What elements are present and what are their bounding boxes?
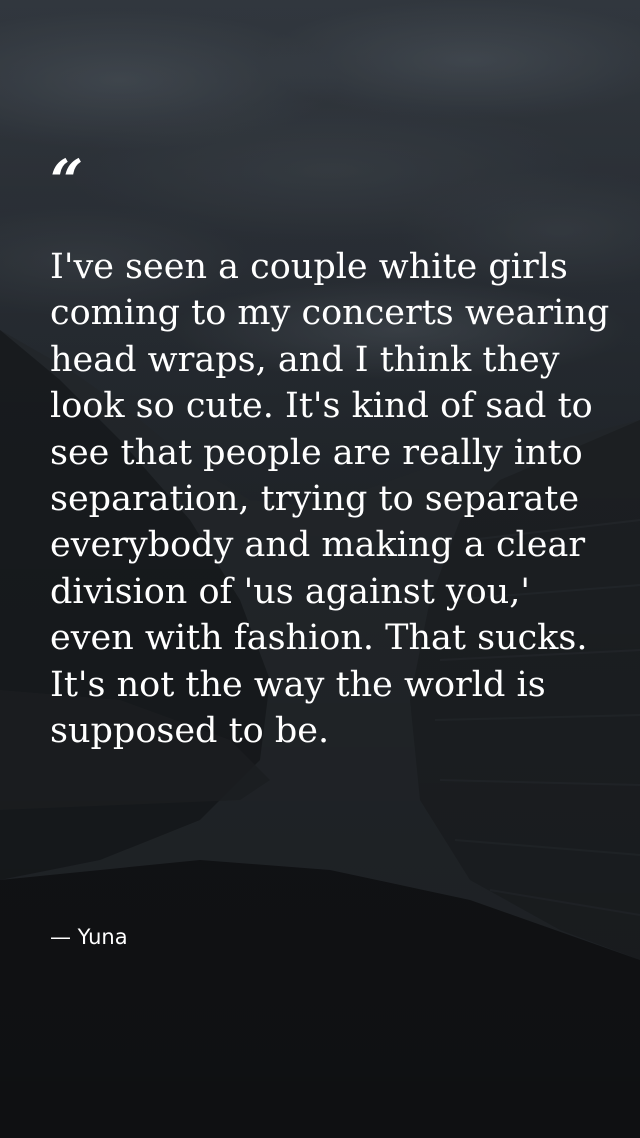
quote-card: “ I've seen a couple white girls coming … (0, 0, 640, 1138)
quote-text: I've seen a couple white girls coming to… (50, 247, 610, 752)
quote-author: — Yuna (50, 925, 128, 949)
quote-mark-icon: “ (50, 147, 84, 215)
